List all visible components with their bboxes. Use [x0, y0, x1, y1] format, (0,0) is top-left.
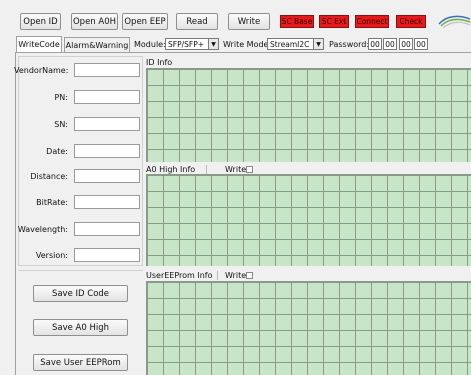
logo-icon: [438, 15, 471, 29]
tab-alarm-warning[interactable]: Alarm&Warning: [64, 37, 130, 52]
password-byte-2[interactable]: 00: [383, 38, 397, 50]
a0-write-checkbox[interactable]: [246, 166, 253, 173]
pn-input[interactable]: [74, 90, 140, 104]
tab-write-code[interactable]: WriteCode: [16, 36, 62, 52]
distance-label: Distance:: [30, 172, 68, 181]
pn-label: PN:: [54, 93, 68, 102]
version-input[interactable]: [74, 248, 140, 262]
user-eeprom-info-grid[interactable]: [146, 281, 471, 375]
a0-high-info-grid[interactable]: [146, 174, 471, 266]
write-mode-value: StreamI2C: [270, 39, 310, 49]
module-label: Module:: [134, 40, 166, 49]
connect-button[interactable]: Connect: [355, 15, 389, 28]
wavelength-label: Wavelength:: [17, 225, 68, 234]
version-label: Version:: [35, 251, 68, 260]
distance-input[interactable]: [74, 169, 140, 183]
sn-label: SN:: [54, 120, 68, 129]
write-mode-label: Write Mode:: [223, 40, 272, 49]
eeprom-write-checkbox[interactable]: [246, 272, 253, 279]
open-eep-button[interactable]: Open EEP: [122, 13, 168, 30]
eeprom-write-label: Write: [225, 271, 247, 280]
bitrate-input[interactable]: [74, 195, 140, 209]
a0-high-info-title: A0 High Info: [146, 165, 196, 174]
sc-ext-button[interactable]: SC Ext: [319, 15, 349, 28]
sn-input[interactable]: [74, 117, 140, 131]
date-input[interactable]: [74, 144, 140, 158]
a0-title-divider: [206, 165, 207, 174]
wavelength-input[interactable]: [74, 222, 140, 236]
password-byte-3[interactable]: 00: [399, 38, 413, 50]
id-info-grid[interactable]: [146, 68, 471, 162]
write-mode-select[interactable]: StreamI2C ▼: [267, 38, 324, 50]
bitrate-label: BitRate:: [36, 198, 68, 207]
module-select[interactable]: SFP/SFP+ ▼: [165, 38, 219, 50]
password-label: Password:: [329, 40, 370, 49]
user-eeprom-info-title: UserEEProm Info: [146, 271, 213, 280]
chevron-down-icon[interactable]: ▼: [208, 39, 218, 49]
password-byte-1[interactable]: 00: [368, 38, 382, 50]
id-info-title: ID Info: [146, 58, 173, 67]
date-label: Date:: [46, 147, 68, 156]
save-id-code-button[interactable]: Save ID Code: [33, 285, 128, 302]
sc-base-button[interactable]: SC Base: [280, 15, 314, 28]
write-button[interactable]: Write: [228, 13, 270, 30]
module-value: SFP/SFP+: [168, 39, 205, 49]
open-a0h-button[interactable]: Open A0H: [71, 13, 118, 30]
password-byte-4[interactable]: 00: [414, 38, 428, 50]
open-id-button[interactable]: Open ID: [20, 13, 61, 30]
vendor-name-input[interactable]: [74, 63, 140, 77]
chevron-down-icon[interactable]: ▼: [313, 39, 323, 49]
check-button[interactable]: Check: [396, 15, 426, 28]
read-button[interactable]: Read: [176, 13, 218, 30]
eeprom-title-divider: [217, 271, 218, 280]
save-a0-high-button[interactable]: Save A0 High: [33, 319, 128, 336]
vendor-name-label: VendorName:: [14, 66, 69, 75]
a0-write-label: Write: [225, 165, 247, 174]
save-user-eeprom-button[interactable]: Save User EEPRom: [33, 354, 128, 371]
